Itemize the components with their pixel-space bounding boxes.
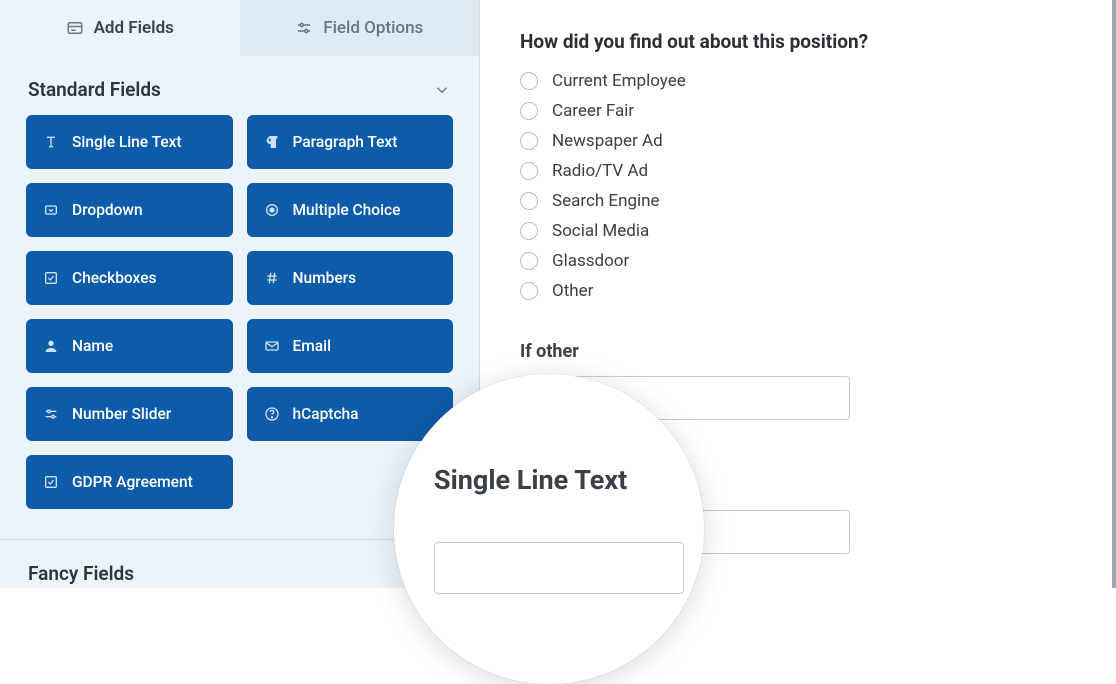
radio-icon <box>520 162 538 180</box>
section-standard-label: Standard Fields <box>28 78 161 101</box>
field-label: Numbers <box>293 269 357 287</box>
radio-option[interactable]: Current Employee <box>520 71 1072 91</box>
field-single-line-text[interactable]: Single Line Text <box>26 115 233 169</box>
field-paragraph-text[interactable]: Paragraph Text <box>247 115 454 169</box>
radio-label: Current Employee <box>552 71 686 91</box>
sidebar-tabs: Add Fields Field Options <box>0 0 479 56</box>
text-icon <box>42 133 60 151</box>
radio-label: Newspaper Ad <box>552 131 663 151</box>
field-number-slider[interactable]: Number Slider <box>26 387 233 441</box>
checkbox-icon <box>42 269 60 287</box>
radio-icon <box>520 252 538 270</box>
envelope-icon <box>263 337 281 355</box>
field-hcaptcha[interactable]: hCaptcha <box>247 387 454 441</box>
radio-icon <box>263 201 281 219</box>
tab-field-options[interactable]: Field Options <box>240 0 480 56</box>
radio-icon <box>520 132 538 150</box>
radio-icon <box>520 222 538 240</box>
magnifier-lens: Single Line Text <box>394 374 704 684</box>
if-other-label: If other <box>520 341 1072 362</box>
radio-option[interactable]: Radio/TV Ad <box>520 161 1072 181</box>
field-gdpr-agreement[interactable]: GDPR Agreement <box>26 455 233 509</box>
field-label: Multiple Choice <box>293 201 401 219</box>
field-label: Checkboxes <box>72 269 156 287</box>
radio-icon <box>520 102 538 120</box>
field-label: Email <box>293 337 332 355</box>
field-dropdown[interactable]: Dropdown <box>26 183 233 237</box>
field-label: Number Slider <box>72 405 171 423</box>
field-numbers[interactable]: Numbers <box>247 251 454 305</box>
radio-option[interactable]: Career Fair <box>520 101 1072 121</box>
hash-icon <box>263 269 281 287</box>
radio-option[interactable]: Search Engine <box>520 191 1072 211</box>
checkbox-icon <box>42 473 60 491</box>
question-circle-icon <box>263 405 281 423</box>
section-standard-fields[interactable]: Standard Fields <box>0 56 479 115</box>
radio-icon <box>520 192 538 210</box>
field-label: Single Line Text <box>72 133 182 151</box>
field-label: hCaptcha <box>293 405 359 423</box>
tab-add-fields[interactable]: Add Fields <box>0 0 240 56</box>
section-fancy-label: Fancy Fields <box>28 562 134 585</box>
field-multiple-choice[interactable]: Multiple Choice <box>247 183 454 237</box>
lens-text-input[interactable] <box>434 542 684 594</box>
radio-label: Other <box>552 281 593 301</box>
field-label: Name <box>72 337 113 355</box>
form-icon <box>66 19 84 37</box>
tab-field-options-label: Field Options <box>323 18 423 38</box>
field-label: Paragraph Text <box>293 133 398 151</box>
field-email[interactable]: Email <box>247 319 454 373</box>
chevron-down-icon <box>433 81 451 99</box>
field-label: GDPR Agreement <box>72 473 193 491</box>
sliders-icon <box>295 19 313 37</box>
lens-field-title: Single Line Text <box>434 464 627 496</box>
radio-label: Social Media <box>552 221 649 241</box>
radio-label: Search Engine <box>552 191 660 211</box>
field-checkboxes[interactable]: Checkboxes <box>26 251 233 305</box>
radio-label: Glassdoor <box>552 251 629 271</box>
radio-option[interactable]: Glassdoor <box>520 251 1072 271</box>
user-icon <box>42 337 60 355</box>
radio-label: Radio/TV Ad <box>552 161 648 181</box>
dropdown-icon <box>42 201 60 219</box>
radio-group: Current Employee Career Fair Newspaper A… <box>520 71 1072 301</box>
paragraph-icon <box>263 133 281 151</box>
question-label: How did you find out about this position… <box>520 30 1072 53</box>
radio-label: Career Fair <box>552 101 634 121</box>
field-label: Dropdown <box>72 201 143 219</box>
tab-add-fields-label: Add Fields <box>94 18 174 38</box>
sliders-icon <box>42 405 60 423</box>
field-name[interactable]: Name <box>26 319 233 373</box>
radio-icon <box>520 72 538 90</box>
radio-option[interactable]: Other <box>520 281 1072 301</box>
radio-option[interactable]: Newspaper Ad <box>520 131 1072 151</box>
radio-icon <box>520 282 538 300</box>
radio-option[interactable]: Social Media <box>520 221 1072 241</box>
